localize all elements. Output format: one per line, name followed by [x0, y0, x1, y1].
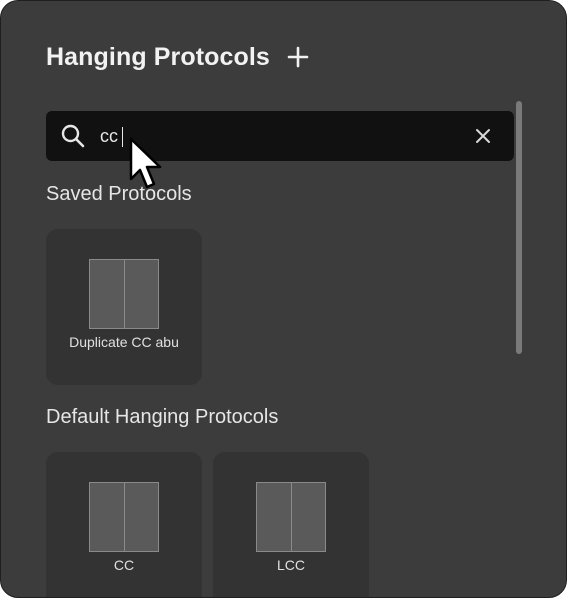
header: Hanging Protocols — [46, 39, 310, 75]
plus-icon — [287, 46, 309, 68]
thumbnail-divider — [291, 483, 292, 551]
search-bar[interactable] — [46, 111, 514, 161]
search-icon — [61, 124, 85, 148]
layout-thumbnail — [89, 482, 159, 552]
hanging-protocols-panel: Hanging Protocols Saved Protocols Duplic… — [0, 0, 567, 598]
page-title: Hanging Protocols — [46, 42, 270, 71]
saved-protocols-heading: Saved Protocols — [46, 183, 192, 205]
search-input[interactable] — [100, 111, 460, 161]
protocol-card-cc[interactable]: CC — [46, 452, 202, 597]
layout-thumbnail — [256, 482, 326, 552]
text-caret — [122, 127, 123, 147]
thumbnail-divider — [124, 260, 125, 328]
add-protocol-button[interactable] — [286, 45, 310, 69]
close-icon[interactable] — [474, 127, 492, 145]
protocol-card-duplicate-cc[interactable]: Duplicate CC abu — [46, 229, 202, 385]
protocol-card-lcc[interactable]: LCC — [213, 452, 369, 597]
default-protocols-heading: Default Hanging Protocols — [46, 406, 279, 428]
protocol-card-label: Duplicate CC abu — [69, 334, 179, 350]
thumbnail-divider — [124, 483, 125, 551]
layout-thumbnail — [89, 259, 159, 329]
protocol-card-label: LCC — [276, 557, 305, 573]
scrollbar[interactable] — [516, 101, 522, 354]
protocol-card-label: CC — [113, 557, 135, 573]
